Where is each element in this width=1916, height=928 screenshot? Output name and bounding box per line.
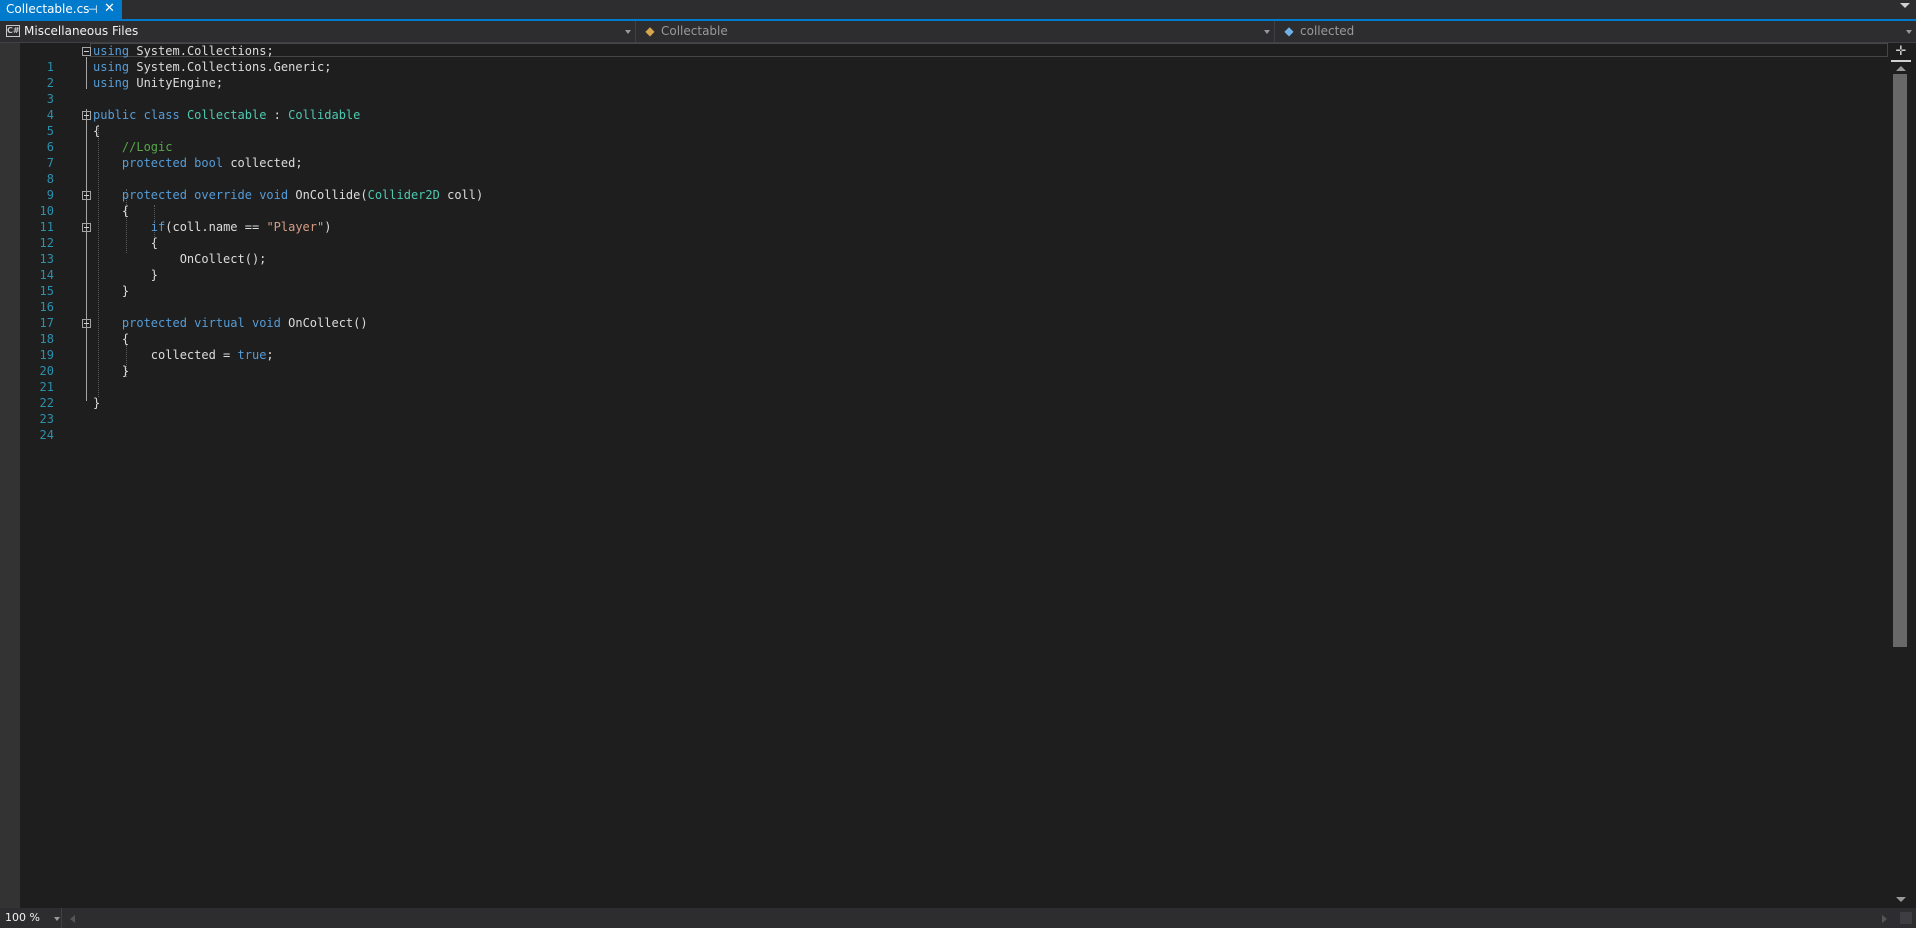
- scroll-left-icon[interactable]: [70, 915, 75, 923]
- code-text: }: [93, 396, 101, 410]
- code-line: 5 public class Collectable : Collidable: [0, 107, 1888, 138]
- code-line: 2 using System.Collections.Generic;: [0, 59, 1888, 90]
- code-line: 9: [0, 171, 1888, 202]
- chevron-down-icon: [625, 30, 631, 34]
- code-line: 23 }: [0, 395, 1888, 426]
- code-line: 20 collected = true;: [0, 347, 1888, 378]
- pin-icon[interactable]: ⊣: [88, 0, 98, 19]
- code-line: 18 protected virtual void OnCollect(): [0, 315, 1888, 346]
- tab-collectable-cs[interactable]: Collectable.cs ⊣ ✕: [0, 0, 122, 19]
- collapse-icon[interactable]: [82, 111, 91, 120]
- code-text: {: [93, 332, 130, 346]
- tab-title: Collectable.cs: [6, 2, 90, 16]
- member-dropdown[interactable]: ◆ collected: [1276, 21, 1916, 42]
- code-line: 4: [0, 91, 1888, 122]
- code-line: 19 {: [0, 331, 1888, 362]
- project-dropdown[interactable]: C# Miscellaneous Files: [0, 21, 636, 42]
- code-text: {: [93, 236, 159, 250]
- tab-overflow-chevron-icon[interactable]: [1900, 3, 1910, 8]
- split-window-icon[interactable]: ✛: [1894, 45, 1908, 59]
- code-editor[interactable]: 1 using System.Collections; 2 using Syst…: [0, 43, 1916, 908]
- code-text: protected virtual void OnCollect(): [121, 316, 368, 330]
- code-text: using System.Collections;: [93, 44, 274, 58]
- chevron-down-icon: [1906, 30, 1912, 34]
- line-number: 24: [39, 428, 54, 442]
- splitter-handle[interactable]: [1891, 60, 1911, 62]
- code-line: 21 }: [0, 363, 1888, 394]
- code-line: 15 }: [0, 267, 1888, 298]
- code-line: 6 {: [0, 123, 1888, 154]
- scroll-down-icon[interactable]: [1896, 897, 1906, 902]
- collapse-icon[interactable]: [82, 319, 91, 328]
- chevron-down-icon: [1264, 30, 1270, 34]
- class-icon: ◆: [645, 24, 655, 38]
- document-tab-bar: Collectable.cs ⊣ ✕: [0, 0, 1916, 21]
- chevron-down-icon: [54, 917, 60, 921]
- code-text: collected = true;: [150, 348, 274, 362]
- code-line: 24: [0, 411, 1888, 442]
- member-label: collected: [1300, 24, 1355, 38]
- code-text: protected override void OnCollide(Collid…: [121, 188, 484, 202]
- code-text: if(coll.name == "Player"): [150, 220, 332, 234]
- code-text: OnCollect();: [179, 252, 267, 266]
- code-text: //Logic: [121, 140, 173, 154]
- code-text: }: [93, 284, 130, 298]
- scrollbar-thumb[interactable]: [1893, 74, 1907, 647]
- code-line: 13 {: [0, 235, 1888, 266]
- csharp-file-icon: C#: [6, 25, 20, 37]
- code-text: using UnityEngine;: [93, 76, 224, 90]
- code-text: public class Collectable : Collidable: [93, 108, 361, 122]
- code-text: protected bool collected;: [121, 156, 303, 170]
- code-line: 3 using UnityEngine;: [0, 75, 1888, 106]
- code-line: 12 if(coll.name == "Player"): [0, 219, 1888, 250]
- field-icon: ◆: [1284, 24, 1294, 38]
- code-text: }: [93, 364, 130, 378]
- code-line: 1 using System.Collections;: [0, 43, 1888, 74]
- resize-grip[interactable]: [1900, 912, 1912, 924]
- zoom-level: 100 %: [5, 911, 40, 924]
- scroll-right-icon[interactable]: [1882, 915, 1887, 923]
- code-text: {: [93, 204, 130, 218]
- zoom-dropdown[interactable]: 100 %: [0, 908, 62, 928]
- code-line: 22: [0, 379, 1888, 410]
- code-line: 7 //Logic: [0, 139, 1888, 170]
- code-line: 17: [0, 299, 1888, 330]
- code-text: }: [93, 268, 159, 282]
- collapse-icon[interactable]: [82, 191, 91, 200]
- code-line: 14 OnCollect();: [0, 251, 1888, 282]
- code-line: 8 protected bool collected;: [0, 155, 1888, 186]
- navigation-bar: C# Miscellaneous Files ◆ Collectable ◆ c…: [0, 21, 1916, 43]
- type-dropdown[interactable]: ◆ Collectable: [637, 21, 1275, 42]
- close-icon[interactable]: ✕: [104, 0, 115, 18]
- project-label: Miscellaneous Files: [24, 24, 139, 38]
- collapse-icon[interactable]: [82, 47, 91, 56]
- code-line: 16 }: [0, 283, 1888, 314]
- scroll-up-icon[interactable]: [1896, 66, 1906, 71]
- code-line: 10 protected override void OnCollide(Col…: [0, 187, 1888, 218]
- code-line: 11 {: [0, 203, 1888, 234]
- type-label: Collectable: [661, 24, 728, 38]
- collapse-icon[interactable]: [82, 223, 91, 232]
- code-text: using System.Collections.Generic;: [93, 60, 332, 74]
- editor-bottom-bar: 100 %: [0, 908, 1916, 928]
- code-text: {: [93, 124, 101, 138]
